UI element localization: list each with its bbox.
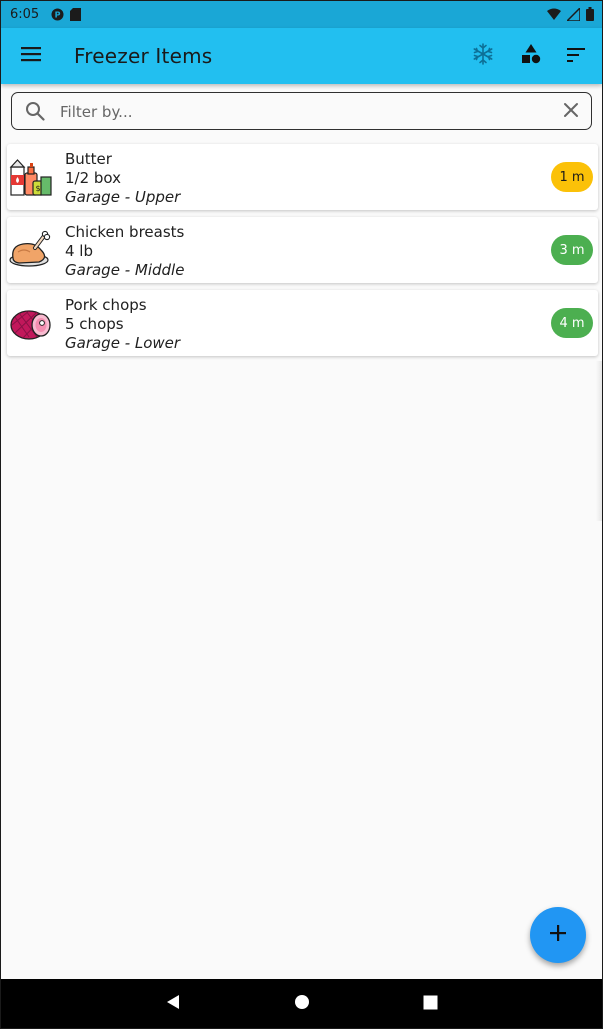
- item-card-butter[interactable]: $ Butter 1/2 box Garage - Upper 1 m: [7, 144, 598, 210]
- sd-card-icon: [70, 8, 81, 25]
- app-bar: Freezer Items: [1, 28, 602, 84]
- groceries-icon: $: [9, 155, 53, 199]
- item-location: Garage - Upper: [65, 188, 181, 206]
- recents-button[interactable]: [413, 987, 447, 1021]
- shapes-icon: [521, 44, 541, 68]
- status-time: 6:05: [10, 7, 40, 22]
- edge-shadow: [596, 361, 602, 521]
- item-name: Chicken breasts: [65, 223, 185, 241]
- home-button[interactable]: [285, 987, 319, 1021]
- back-button[interactable]: [156, 987, 190, 1021]
- item-name: Butter: [65, 150, 112, 168]
- age-badge: 1 m: [551, 162, 593, 192]
- home-circle-icon: [294, 994, 310, 1014]
- item-name: Pork chops: [65, 296, 147, 314]
- item-card-pork-chops[interactable]: Pork chops 5 chops Garage - Lower 4 m: [7, 290, 598, 356]
- close-icon: [564, 103, 578, 117]
- add-item-button[interactable]: [530, 907, 586, 963]
- sort-icon: [567, 47, 587, 66]
- item-location: Garage - Lower: [65, 334, 181, 352]
- wifi-icon: [547, 8, 561, 24]
- item-card-chicken-breasts[interactable]: Chicken breasts 4 lb Garage - Middle 3 m: [7, 217, 598, 283]
- svg-text:P: P: [55, 11, 61, 20]
- item-quantity: 1/2 box: [65, 169, 122, 187]
- age-badge: 3 m: [551, 235, 593, 265]
- signal-icon: [565, 5, 581, 25]
- app-title: Freezer Items: [74, 44, 213, 68]
- category-button[interactable]: [511, 36, 551, 76]
- roast-chicken-icon: [9, 228, 53, 272]
- recents-square-icon: [423, 995, 438, 1014]
- filter-input[interactable]: [58, 98, 542, 126]
- back-triangle-icon: [165, 994, 181, 1014]
- status-bar: 6:05 P: [1, 1, 602, 28]
- svg-text:$: $: [35, 184, 40, 193]
- filter-box: [11, 92, 592, 130]
- item-location: Garage - Middle: [65, 261, 185, 279]
- plus-icon: [549, 924, 567, 946]
- app-frame: 6:05 P Freezer Items Filter by... $ Butt…: [0, 0, 603, 1029]
- ham-icon: [9, 301, 53, 345]
- freezer-filter-button[interactable]: [463, 36, 503, 76]
- app-notification-icon: P: [51, 8, 64, 25]
- search-icon: [25, 101, 45, 125]
- snowflake-icon: [472, 43, 494, 69]
- navigation-bar: [1, 979, 602, 1028]
- battery-icon: [586, 7, 594, 25]
- sort-button[interactable]: [557, 36, 597, 76]
- item-quantity: 5 chops: [65, 315, 124, 333]
- item-quantity: 4 lb: [65, 242, 94, 260]
- menu-button[interactable]: [11, 36, 51, 76]
- clear-filter-button[interactable]: [561, 100, 581, 124]
- hamburger-menu-icon: [21, 46, 41, 66]
- age-badge: 4 m: [551, 308, 593, 338]
